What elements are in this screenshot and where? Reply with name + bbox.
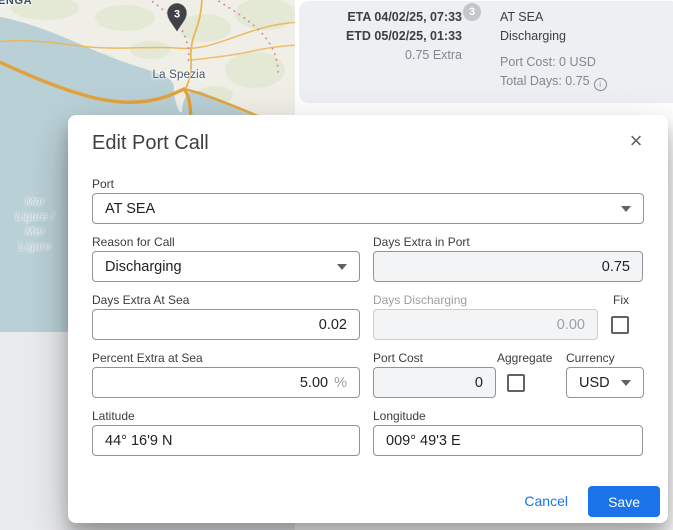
days-extra-at-sea-label: Days Extra At Sea <box>92 293 189 307</box>
currency-select-value: USD <box>579 375 610 391</box>
chevron-down-icon <box>621 206 631 212</box>
days-extra-in-port-input[interactable] <box>373 251 643 282</box>
port-call-details: AT SEA Discharging Port Cost: 0 USD Tota… <box>500 8 607 91</box>
longitude-label: Longitude <box>373 409 426 423</box>
percent-extra-at-sea-label: Percent Extra at Sea <box>92 351 203 365</box>
days-discharging-input <box>373 309 598 340</box>
latitude-input[interactable] <box>92 425 360 456</box>
activity-text: Discharging <box>500 27 607 46</box>
eta-text: ETA 04/02/25, 07:33 <box>299 8 462 27</box>
port-select-value: AT SEA <box>105 201 155 217</box>
port-cost-label: Port Cost <box>373 351 423 365</box>
save-button[interactable]: Save <box>588 486 660 517</box>
percent-value: 5.00 <box>300 375 328 391</box>
map-sea-label: Mar Ligure / Mer Ligure <box>2 195 68 255</box>
reason-select-value: Discharging <box>105 259 182 275</box>
days-discharging-label: Days Discharging <box>373 293 467 307</box>
percent-suffix: % <box>334 375 347 391</box>
map-city-label: La Spezia <box>148 69 210 81</box>
edit-port-call-dialog: Edit Port Call × Port AT SEA Reason for … <box>68 115 668 523</box>
etd-text: ETD 05/02/25, 01:33 <box>299 27 462 46</box>
aggregate-checkbox[interactable] <box>507 374 525 392</box>
port-select[interactable]: AT SEA <box>92 193 644 224</box>
total-days-text: Total Days: 0.75i <box>500 72 607 91</box>
chevron-down-icon <box>621 380 631 386</box>
map-city-label-partial: ENGA <box>0 0 32 7</box>
eta-etd-block: ETA 04/02/25, 07:33 ETD 05/02/25, 01:33 <box>299 8 462 46</box>
days-extra-in-port-label: Days Extra in Port <box>373 235 470 249</box>
port-call-summary-card: ETA 04/02/25, 07:33 ETD 05/02/25, 01:33 … <box>299 1 673 103</box>
currency-select[interactable]: USD <box>566 367 644 398</box>
latitude-label: Latitude <box>92 409 135 423</box>
aggregate-label: Aggregate <box>497 351 552 365</box>
port-name-text: AT SEA <box>500 8 607 27</box>
info-icon[interactable]: i <box>594 78 607 91</box>
dialog-title: Edit Port Call <box>92 132 209 155</box>
currency-label: Currency <box>566 351 615 365</box>
reason-select[interactable]: Discharging <box>92 251 360 282</box>
port-label: Port <box>92 177 114 191</box>
chevron-down-icon <box>337 264 347 270</box>
cancel-button[interactable]: Cancel <box>516 487 576 515</box>
extra-days-text: 0.75 Extra <box>299 48 462 62</box>
fix-label: Fix <box>613 293 629 307</box>
port-cost-input[interactable] <box>373 367 496 398</box>
fix-checkbox[interactable] <box>611 316 629 334</box>
port-cost-text: Port Cost: 0 USD <box>500 53 607 72</box>
longitude-input[interactable] <box>373 425 643 456</box>
map-pin-number: 3 <box>174 9 180 21</box>
percent-extra-at-sea-input[interactable]: 5.00 % <box>92 367 360 398</box>
days-extra-at-sea-input[interactable] <box>92 309 360 340</box>
reason-label: Reason for Call <box>92 235 175 249</box>
close-icon[interactable]: × <box>624 129 648 153</box>
port-call-number-badge: 3 <box>463 3 481 21</box>
